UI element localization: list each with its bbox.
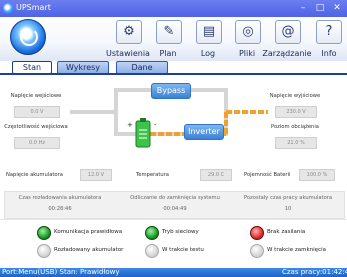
- target-icon: ◎: [242, 24, 254, 39]
- indicator-communication-ok-label: Komunikacja prawidłowa: [54, 229, 123, 235]
- settings-sliders-icon: ⚙: [123, 24, 135, 39]
- indicator-shutting-down-label: W trakcie zamknięcia: [267, 247, 326, 253]
- toolbar-button-zarzadzanie[interactable]: @: [271, 20, 303, 45]
- shutdown-countdown-value: 00:04:49: [163, 206, 187, 212]
- indicator-testing-label: W trakcie testu: [162, 247, 204, 253]
- indicator-testing-led: [145, 244, 159, 258]
- app-icon: [3, 3, 14, 14]
- toolbar-button-plan[interactable]: ✎: [152, 20, 184, 45]
- log-document-icon: ▤: [202, 24, 216, 39]
- battery-capacity-label: Pojemność Baterii: [244, 172, 291, 178]
- toolbar-button-log[interactable]: ▤: [192, 20, 224, 45]
- pencil-icon: ✎: [163, 24, 175, 39]
- maximize-button[interactable]: □: [313, 2, 327, 14]
- battery-minus-sign: -: [154, 121, 157, 129]
- close-button[interactable]: ✕: [330, 2, 344, 14]
- toolbar-label-log[interactable]: Log: [192, 49, 224, 58]
- inverter-node: Inverter: [184, 124, 224, 140]
- shutdown-countdown-label: Odliczanie do zamknięcia systemu: [130, 195, 220, 201]
- input-voltage-label: Napięcie wejściowe: [10, 93, 62, 99]
- help-icon: ?: [325, 24, 333, 39]
- discharge-time-value: 00:28:46: [48, 206, 72, 212]
- remaining-runtime-value: 10: [284, 206, 292, 212]
- minimize-button[interactable]: –: [296, 2, 310, 14]
- status-port-state: Port:Menu(USB) Stan: Prawidłowy: [2, 268, 120, 276]
- temperature-label: Temperatura: [136, 172, 169, 178]
- indicator-battery-discharged-led: [37, 244, 51, 258]
- input-frequency-label: Częstotliwość wejściowa: [4, 124, 68, 130]
- indicator-power-failure-label: Brak zasilania: [267, 229, 306, 235]
- toolbar-label-ustawienia[interactable]: Ustawienia: [104, 49, 152, 58]
- indicator-battery-discharged-label: Rozładowany akumulator: [54, 247, 124, 253]
- load-level-label: Poziom obciążenia: [271, 124, 319, 130]
- indicator-line-mode-label: Tryb sieciowy: [162, 229, 199, 235]
- output-voltage-value: 230.0 V: [275, 106, 317, 118]
- temperature-value: 29.0 C: [200, 169, 232, 181]
- toolbar-button-pliki[interactable]: ◎: [231, 20, 263, 45]
- tab-underline: [0, 73, 347, 75]
- toolbar-label-zarzadzanie[interactable]: Zarządzanie: [262, 49, 312, 58]
- battery-voltage-label: Napięcie akumulatora: [6, 172, 63, 178]
- remaining-runtime-label: Pozostały czas pracy akumulatora: [243, 195, 333, 201]
- status-runtime: Czas pracy:01:42:4: [282, 268, 347, 276]
- toolbar-label-info[interactable]: Info: [314, 49, 344, 58]
- window-title: UPSmart: [16, 3, 51, 12]
- indicator-line-mode-led: [145, 226, 159, 240]
- indicator-power-failure-led: [250, 226, 264, 240]
- battery-capacity-value: 100.0 %: [299, 169, 335, 181]
- battery-voltage-value: 12.0 V: [80, 169, 112, 181]
- input-frequency-value: 0.0 Hz: [14, 137, 60, 149]
- battery-plus-sign: +: [127, 121, 133, 129]
- toolbar-button-info[interactable]: ?: [312, 20, 344, 45]
- status-bar: Port:Menu(USB) Stan: Prawidłowy Czas pra…: [0, 268, 347, 277]
- toolbar-button-ustawienia[interactable]: ⚙: [112, 20, 144, 45]
- input-voltage-value: 0.0 V: [14, 106, 60, 118]
- toolbar-label-pliki[interactable]: Pliki: [231, 49, 263, 58]
- title-bar: UPSmart – □ ✕: [0, 0, 347, 17]
- discharge-time-label: Czas rozładowania akumulatora: [18, 195, 102, 201]
- indicator-communication-ok-led: [37, 226, 51, 240]
- indicators-divider: [0, 219, 347, 220]
- bypass-node: Bypass: [151, 83, 191, 99]
- load-level-value: 21.0 %: [275, 137, 317, 149]
- output-voltage-label: Napięcie wyjściowe: [269, 93, 321, 99]
- at-icon: @: [281, 24, 295, 39]
- upsmart-logo-icon: [10, 19, 46, 55]
- indicator-shutting-down-led: [250, 244, 264, 258]
- toolbar-label-plan[interactable]: Plan: [152, 49, 184, 58]
